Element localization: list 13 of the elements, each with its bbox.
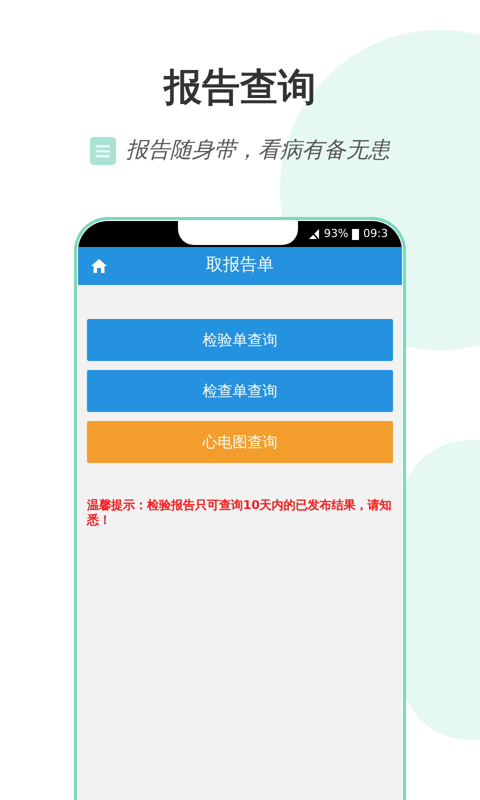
query-button[interactable]: 检验单查询 [87,319,393,361]
headline: 报告查询 [164,64,316,111]
notice-text: 温馨提示：检验报告只可查询10天内的已发布结果，请知悉！ [87,498,393,528]
query-button[interactable]: 心电图查询 [87,421,393,463]
battery-percent: 93% [324,226,348,242]
signal-icon [308,228,320,240]
query-button[interactable]: 检查单查询 [87,370,393,412]
clock: 09:3 [363,226,388,242]
home-icon[interactable] [90,258,108,274]
tagline: 报告随身带，看病有备无患 [126,137,390,165]
list-icon [90,136,116,164]
nav-title: 取报告单 [206,254,274,278]
battery-icon [352,228,360,240]
